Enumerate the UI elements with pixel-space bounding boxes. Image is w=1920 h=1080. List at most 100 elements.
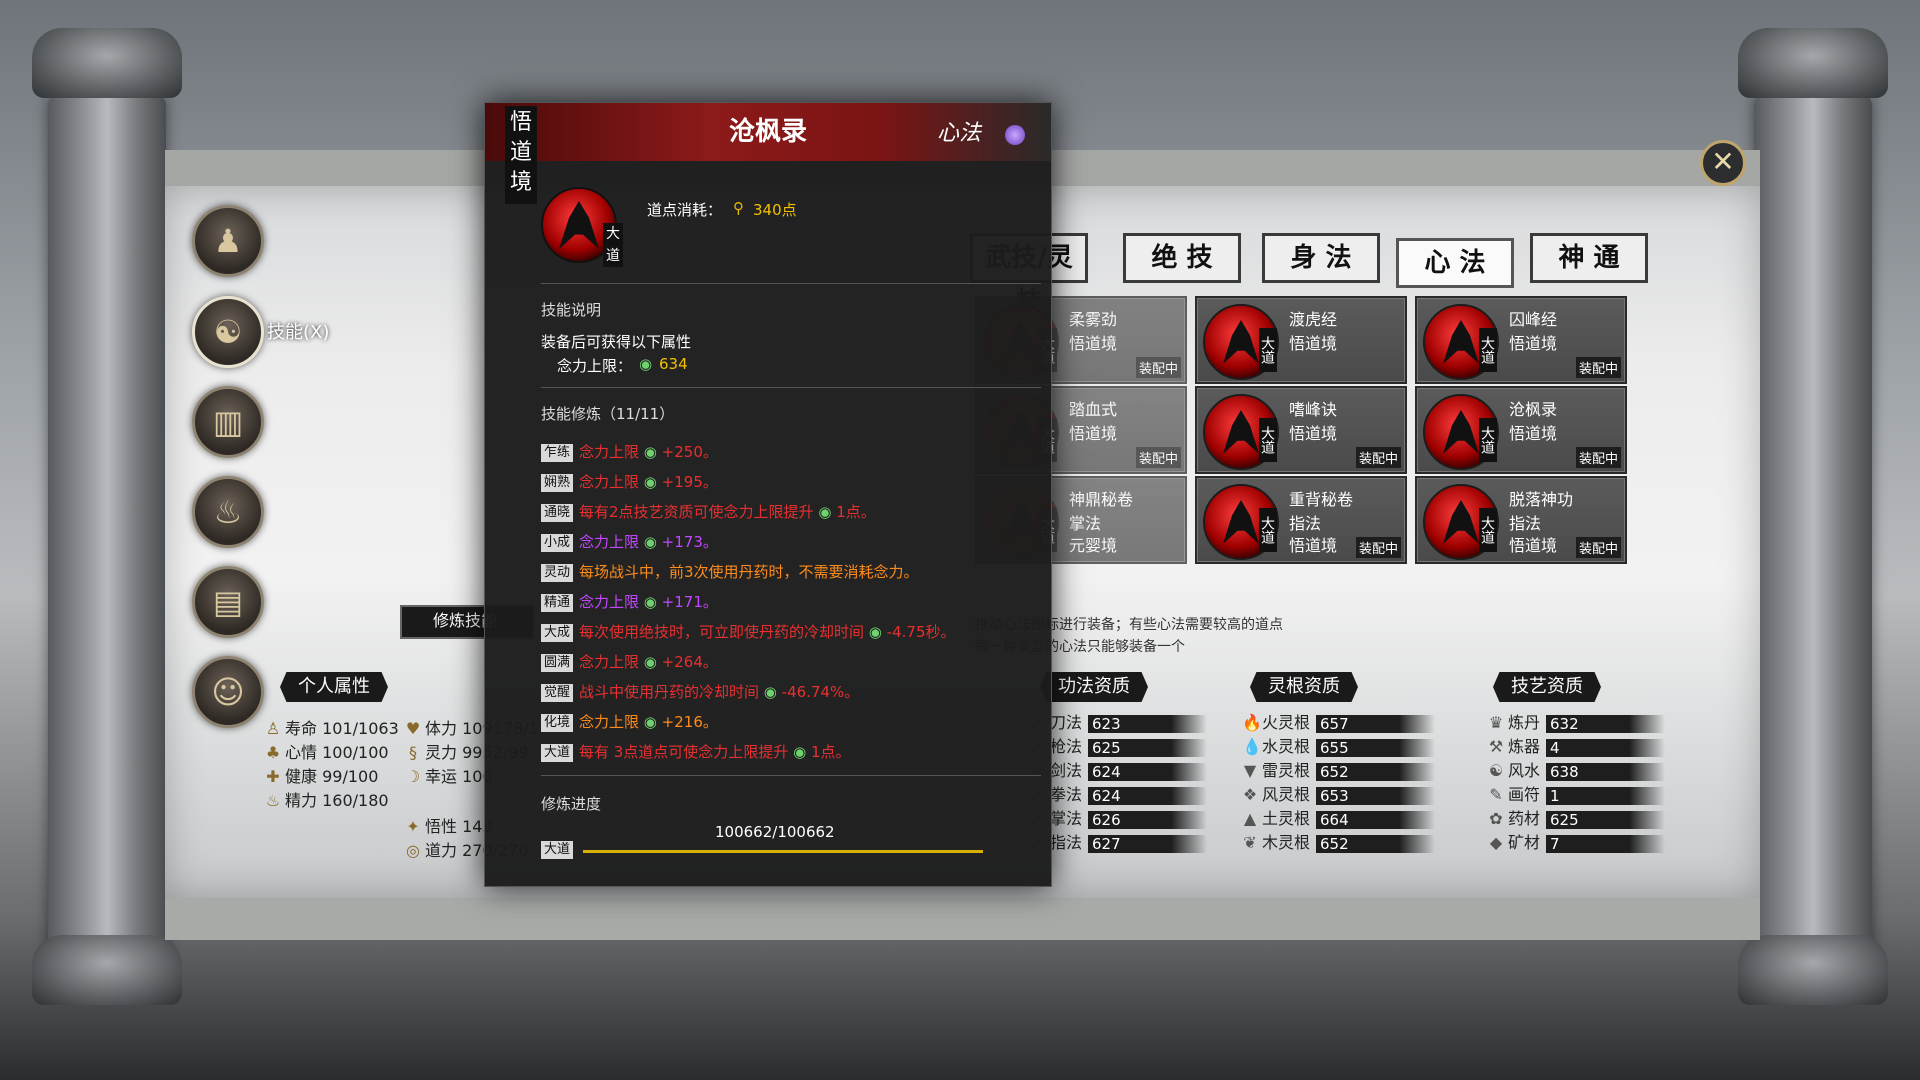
skill-line3: 元婴境: [1069, 536, 1118, 555]
stat-value: 7: [1546, 834, 1666, 853]
mod-row: 娴熟 念力上限 ◉ +195。: [541, 471, 718, 493]
mod-value: 1点。: [810, 743, 851, 761]
skill-card[interactable]: 大道 沧枫录 悟道境 装配中: [1415, 386, 1627, 474]
people-icon: ☺: [211, 673, 245, 711]
stat-label: 剑法: [1050, 761, 1083, 780]
mod-value: +173。: [661, 533, 718, 551]
stat-icon: ♨: [265, 791, 281, 810]
stat-icon: ◆: [1489, 833, 1503, 852]
tab-shenfa[interactable]: 身 法: [1262, 233, 1380, 283]
mod-tag: 娴熟: [541, 473, 573, 492]
stat-value: 624: [1088, 762, 1208, 781]
skill-card[interactable]: 大道 嗜峰诀 悟道境 装配中: [1195, 386, 1407, 474]
realm-char-1: 悟: [509, 110, 532, 135]
tab-xinfa[interactable]: 心 法: [1396, 238, 1514, 288]
stat-icon: ⚒: [1488, 737, 1504, 756]
scroll-rod-left: [48, 95, 166, 985]
realm-char-3: 境: [509, 170, 532, 195]
scroll-cap-left-top: [32, 28, 182, 98]
stat-value: 652: [1316, 834, 1436, 853]
mod-text: 每次使用绝技时，可立即使丹药的冷却时间: [579, 623, 865, 641]
body-icon: ♟: [213, 222, 243, 260]
stat-label: 寿命: [285, 719, 318, 738]
nav-bag-button[interactable]: ♨: [192, 476, 264, 548]
scroll-rod-right: [1754, 95, 1872, 985]
mod-value: +216。: [661, 713, 718, 731]
personal-stat-row: ✚ 健康 99/100: [265, 766, 378, 788]
tab-shentong[interactable]: 神 通: [1530, 233, 1648, 283]
stat-value: 101/1063: [322, 719, 399, 738]
mod-row: 灵动 每场战斗中，前3次使用丹药时，不需要消耗念力。: [541, 561, 919, 583]
stat-icon: ✚: [266, 767, 280, 786]
mod-text: 念力上限: [579, 443, 640, 461]
gongfa-stat-row: ⟋拳法624: [1030, 784, 1208, 806]
stat-icon: ◎: [406, 841, 420, 860]
stat-label: 拳法: [1050, 785, 1083, 804]
mod-row: 觉醒 战斗中使用丹药的冷却时间 ◉ -46.74%。: [541, 681, 859, 703]
nav-skill-label: 技能(X): [267, 322, 330, 343]
mod-value: +195。: [661, 473, 718, 491]
skill-card[interactable]: 大道 脱落神功 指法 悟道境 装配中: [1415, 476, 1627, 564]
stat-label: 体力: [425, 719, 458, 738]
mod-value: +264。: [661, 653, 718, 671]
close-button[interactable]: ✕: [1700, 140, 1746, 186]
equipped-badge: 装配中: [1355, 537, 1401, 558]
eye-icon: ◉: [643, 533, 657, 551]
skill-card[interactable]: 大道 囚峰经 悟道境 装配中: [1415, 296, 1627, 384]
mod-value: 1点。: [836, 503, 876, 521]
skill-name: 囚峰经: [1509, 310, 1558, 329]
skill-name: 嗜峰诀: [1289, 400, 1338, 419]
eye-icon: ◉: [793, 743, 807, 761]
jiyi-stat-row: ◆ 矿材 7: [1488, 832, 1666, 854]
yin-yang-orb-icon: [1005, 125, 1025, 145]
nav-people-button[interactable]: ☺: [192, 656, 264, 728]
skill-name: 神鼎秘卷: [1069, 490, 1134, 509]
progress-tag: 大道: [541, 841, 573, 859]
stat-label: 心情: [285, 743, 318, 762]
stat-value: 626: [1088, 810, 1208, 829]
stat-value: 657: [1316, 714, 1436, 733]
gongfa-stat-row: ⟋枪法625: [1030, 736, 1208, 758]
skill-card[interactable]: 大道 重背秘卷 指法 悟道境 装配中: [1195, 476, 1407, 564]
mod-value: -46.74%。: [781, 683, 860, 701]
nav-body-button[interactable]: ♟: [192, 205, 264, 277]
nav-scroll-button[interactable]: ▥: [192, 386, 264, 458]
popup-type: 心法: [937, 121, 982, 146]
yin-yang-icon: ☯: [213, 313, 243, 351]
stat-label: 画符: [1508, 785, 1541, 804]
eye-icon: ◉: [643, 713, 657, 731]
jiyi-stat-row: ♛ 炼丹 632: [1488, 712, 1666, 734]
linggen-stat-row: 🔥火灵根 657: [1242, 712, 1436, 734]
stat-value: 638: [1546, 762, 1666, 781]
skill-card[interactable]: 大道 渡虎经 悟道境: [1195, 296, 1407, 384]
stat-label: 炼器: [1508, 737, 1541, 756]
divider-1: [541, 283, 1041, 284]
cost-label: 道点消耗：: [647, 201, 723, 219]
eye-icon: ◉: [818, 503, 832, 521]
nav-book-button[interactable]: ▤: [192, 566, 264, 638]
equip-label: 装备后可获得以下属性: [541, 333, 692, 351]
stat-label: 枪法: [1050, 737, 1083, 756]
stat-icon: ❦: [1243, 833, 1257, 852]
mod-text: 念力上限: [579, 593, 640, 611]
skill-tag: 大道: [1259, 418, 1277, 462]
skill-line3: 悟道境: [1509, 536, 1558, 555]
stat-label: 灵力: [425, 743, 458, 762]
nav-skill-button[interactable]: ☯: [192, 296, 264, 368]
stat-value: 160/180: [322, 791, 389, 810]
tab-jueji[interactable]: 绝 技: [1123, 233, 1241, 283]
skill-detail-popup: 沧枫录 悟 道 境 心法 大道 道点消耗： ⚲ 340点 技能说明 装备后可获得…: [484, 102, 1052, 887]
stat-value: 4: [1546, 738, 1666, 757]
divider-2: [541, 387, 1041, 388]
stat-icon: ♙: [265, 719, 281, 738]
mod-row: 乍练 念力上限 ◉ +250。: [541, 441, 718, 463]
mod-text: 每有2点技艺资质可使念力上限提升: [579, 503, 814, 521]
gongfa-stat-row: ⟋掌法626: [1030, 808, 1208, 830]
linggen-title: 灵根资质: [1250, 672, 1358, 702]
skill-line2: 悟道境: [1509, 334, 1558, 353]
skill-name: 脱落神功: [1509, 490, 1574, 509]
mod-row: 小成 念力上限 ◉ +173。: [541, 531, 718, 553]
stat-label: 药材: [1508, 809, 1541, 828]
stat-label: 道力: [425, 841, 458, 860]
mod-row: 化境 念力上限 ◉ +216。: [541, 711, 718, 733]
